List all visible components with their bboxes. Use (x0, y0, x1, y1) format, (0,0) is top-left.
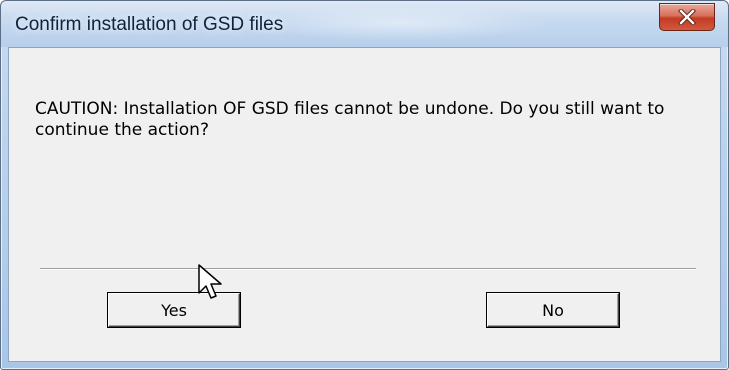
yes-button-label: Yes (161, 300, 187, 320)
mouse-pointer-icon (197, 263, 229, 308)
close-button[interactable] (659, 3, 715, 31)
window-title: Confirm installation of GSD files (15, 14, 284, 35)
dialog-window: Confirm installation of GSD files CAUTIO… (0, 0, 729, 370)
caution-message: CAUTION: Installation OF GSD files canno… (35, 99, 665, 140)
no-button-label: No (542, 300, 564, 320)
close-icon (678, 9, 696, 25)
no-button[interactable]: No (487, 293, 619, 327)
title-bar[interactable]: Confirm installation of GSD files (1, 1, 728, 47)
dialog-body: CAUTION: Installation OF GSD files canno… (8, 47, 721, 362)
separator-line (40, 268, 696, 270)
